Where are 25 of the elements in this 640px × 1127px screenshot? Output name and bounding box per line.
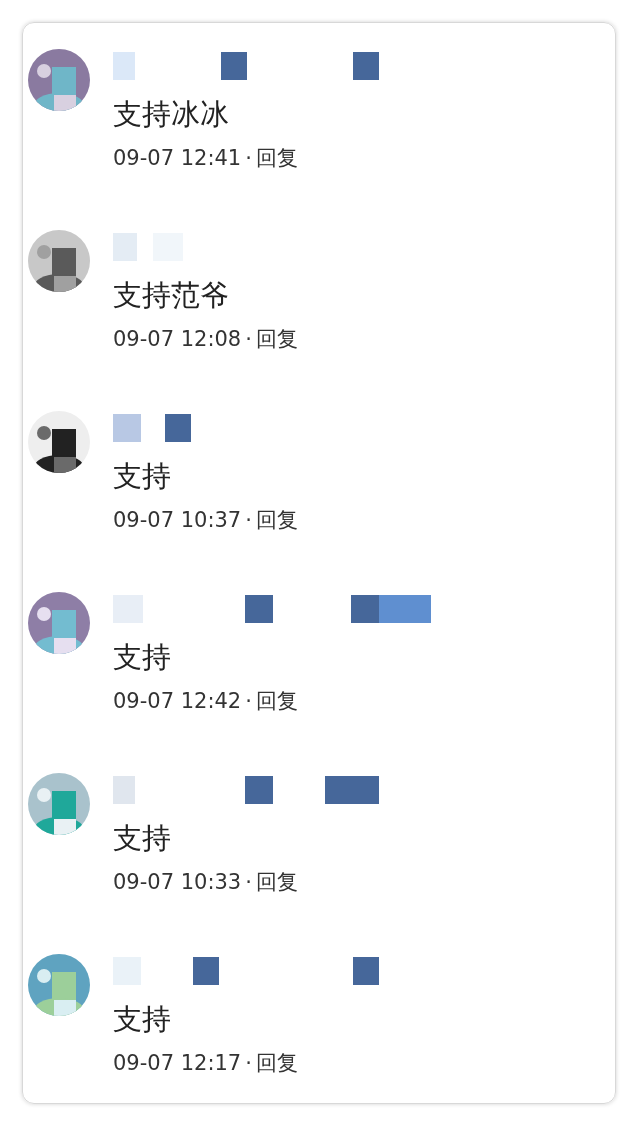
timestamp: 09-07 12:42 (113, 689, 242, 713)
reply-link[interactable]: 回复 (255, 868, 298, 896)
reply-link[interactable]: 回复 (255, 1049, 298, 1077)
separator: · (245, 327, 252, 351)
reply-link[interactable]: 回复 (255, 687, 298, 715)
separator: · (245, 508, 252, 532)
comment-text: 支持范爷 (113, 277, 230, 314)
reply-link[interactable]: 回复 (255, 506, 298, 534)
comment-text: 支持 (113, 1001, 172, 1038)
blurred-username (113, 233, 183, 261)
timestamp: 09-07 12:17 (113, 1051, 242, 1075)
separator: · (245, 1051, 252, 1075)
comment-text: 支持 (113, 458, 172, 495)
timestamp: 09-07 12:08 (113, 327, 242, 351)
timestamp: 09-07 10:33 (113, 870, 242, 894)
separator: · (245, 870, 252, 894)
timestamp: 09-07 12:41 (113, 146, 242, 170)
timestamp: 09-07 10:37 (113, 508, 242, 532)
comment-text: 支持冰冰 (113, 96, 230, 133)
separator: · (245, 689, 252, 713)
comment-text: 支持 (113, 820, 172, 857)
reply-link[interactable]: 回复 (255, 144, 298, 172)
reply-link[interactable]: 回复 (255, 325, 298, 353)
comment-text: 支持 (113, 639, 172, 676)
separator: · (245, 146, 252, 170)
